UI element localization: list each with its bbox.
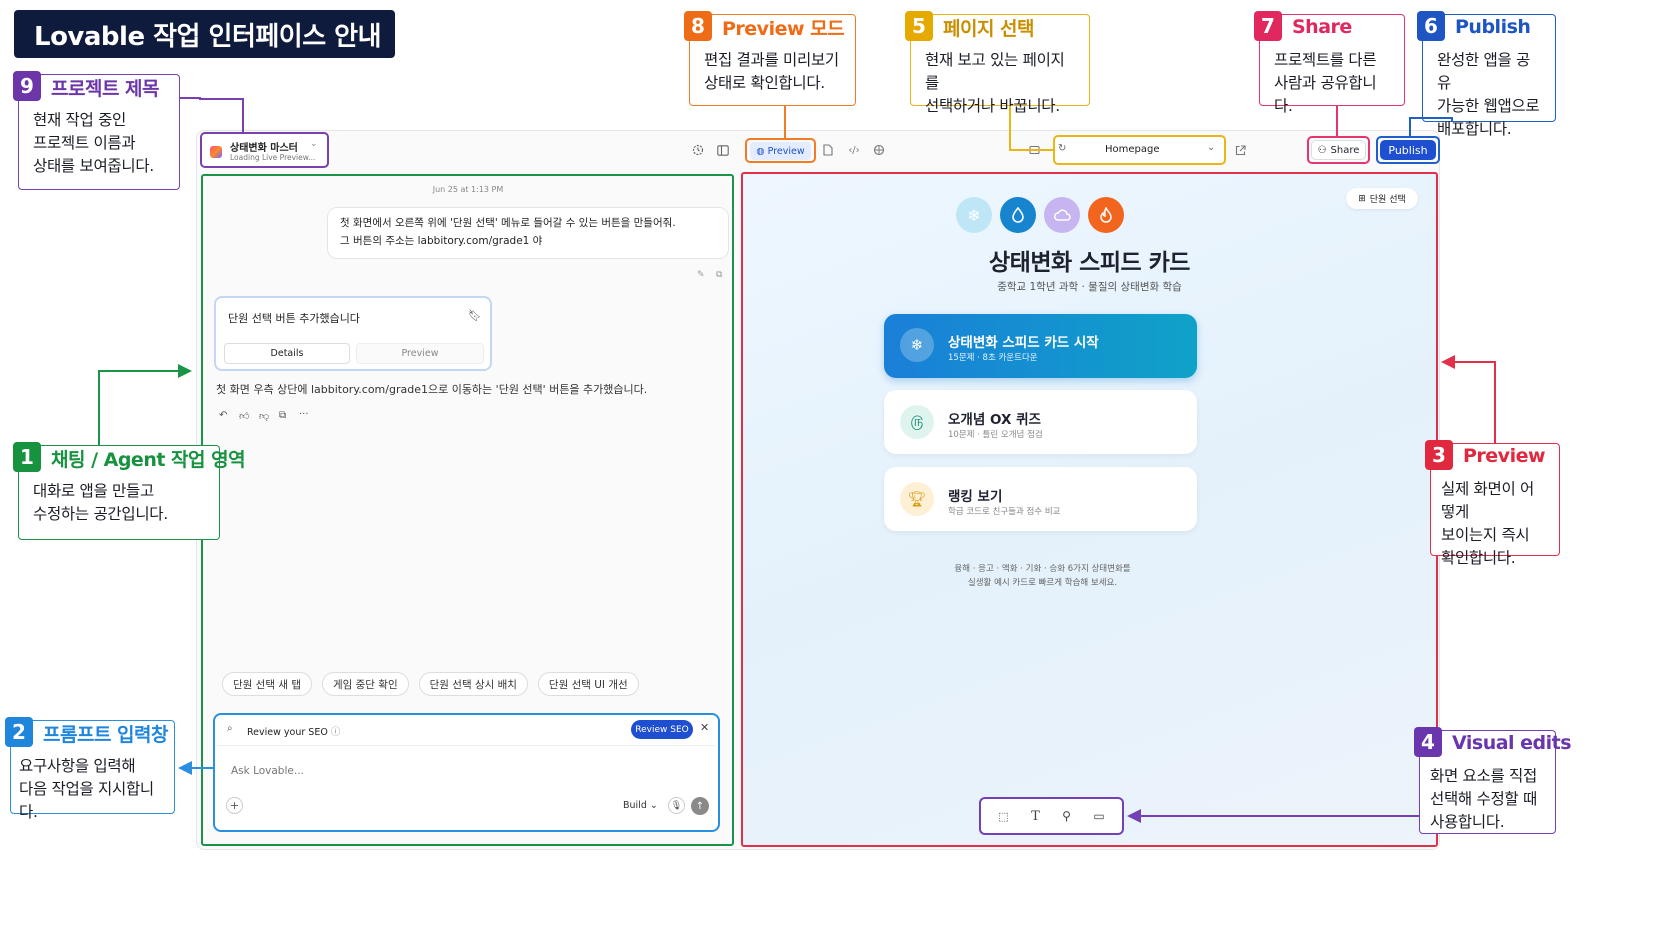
- connector-lines: [98, 97, 1496, 823]
